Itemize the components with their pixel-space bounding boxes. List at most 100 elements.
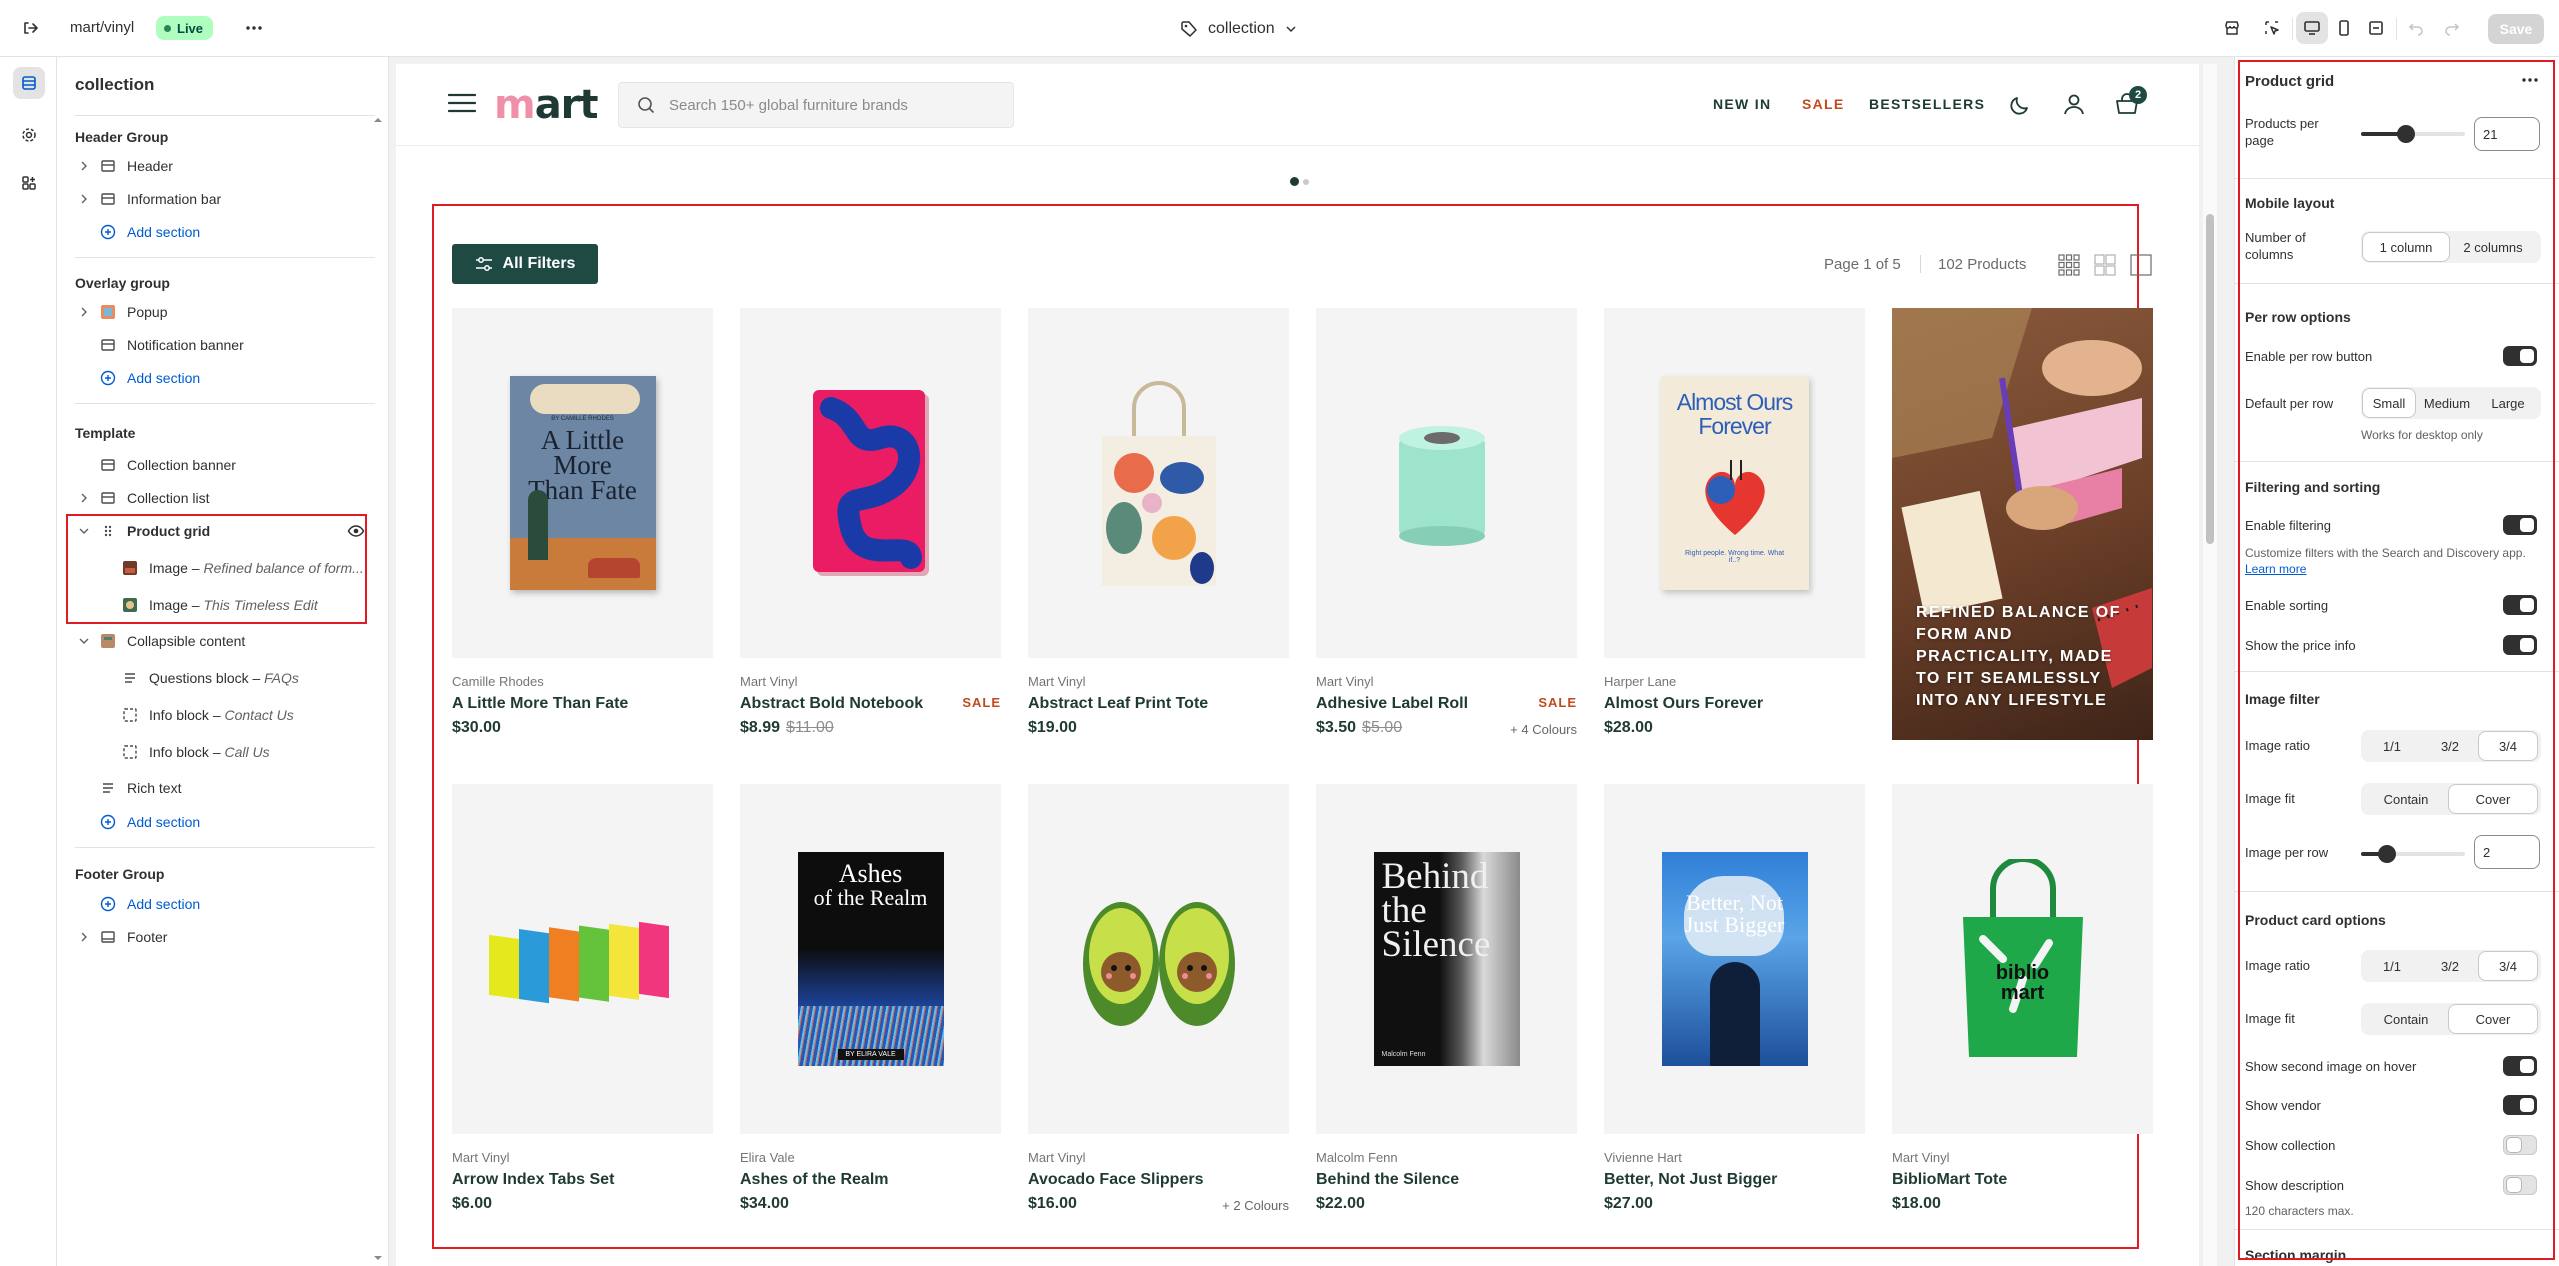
product-card[interactable]: Better, Not Just Bigger Vivienne Hart Bet…: [1604, 784, 1865, 1214]
section-collection-banner[interactable]: Collection banner: [75, 450, 375, 480]
nav-bestsellers[interactable]: BESTSELLERS: [1869, 96, 1985, 112]
product-image[interactable]: Almost Ours Forever Right people. Wrong t…: [1604, 308, 1865, 658]
product-name[interactable]: Behind the Silence: [1316, 1171, 1459, 1189]
section-notification-banner[interactable]: Notification banner: [75, 330, 375, 360]
chevron-right-icon[interactable]: [75, 493, 93, 503]
product-image[interactable]: Behind the Silence Malcolm Fenn: [1316, 784, 1577, 1134]
product-name[interactable]: Ashes of the Realm: [740, 1171, 888, 1189]
hamburger-menu-icon[interactable]: [448, 92, 476, 114]
nav-new-in[interactable]: NEW IN: [1713, 96, 1771, 112]
product-card[interactable]: Mart Vinyl Arrow Index Tabs Set $6.00: [452, 784, 713, 1214]
product-name[interactable]: Almost Ours Forever: [1604, 695, 1763, 713]
fullscreen-view-icon[interactable]: [2360, 12, 2392, 44]
product-image[interactable]: [1316, 308, 1577, 658]
redo-icon[interactable]: [2436, 12, 2468, 44]
block-info-call[interactable]: Info block – Call Us: [75, 737, 375, 767]
selected-section-highlight: [66, 514, 367, 624]
more-actions-icon[interactable]: [238, 12, 270, 44]
add-section-template[interactable]: Add section: [75, 807, 375, 837]
undo-icon[interactable]: [2400, 12, 2432, 44]
product-card[interactable]: Mart Vinyl Abstract Leaf Print Tote $19.…: [1028, 308, 1289, 738]
product-name[interactable]: Avocado Face Slippers: [1028, 1171, 1203, 1189]
section-collapsible-content[interactable]: Collapsible content: [75, 626, 375, 656]
product-image[interactable]: Better, Not Just Bigger: [1604, 784, 1865, 1134]
mobile-view-icon[interactable]: [2328, 12, 2360, 44]
product-card[interactable]: Ashes of the Realm BY ELIRA VALE Elira Va…: [740, 784, 1001, 1214]
preview-scrollbar[interactable]: [2203, 64, 2217, 1266]
chevron-right-icon[interactable]: [75, 161, 93, 171]
chevron-right-icon[interactable]: [75, 194, 93, 204]
block-info-contact[interactable]: Info block – Contact Us: [75, 700, 375, 730]
product-image[interactable]: [1028, 308, 1289, 658]
desktop-view-icon[interactable]: [2296, 12, 2328, 44]
store-search-input[interactable]: Search 150+ global furniture brands: [618, 82, 1014, 128]
product-vendor: Mart Vinyl: [1892, 1150, 1950, 1165]
exit-icon[interactable]: [14, 12, 46, 44]
store-icon[interactable]: [2216, 12, 2248, 44]
add-section-overlay[interactable]: Add section: [75, 363, 375, 393]
page-info: Page 1 of 5: [1824, 256, 1901, 273]
chevron-right-icon[interactable]: [75, 932, 93, 942]
product-card[interactable]: Behind the Silence Malcolm Fenn Malcolm Fe…: [1316, 784, 1577, 1214]
product-card[interactable]: Almost Ours Forever Right people. Wrong t…: [1604, 308, 1865, 738]
product-name[interactable]: Adhesive Label Roll: [1316, 695, 1468, 713]
grid-4-view-icon[interactable]: [2058, 254, 2080, 276]
product-name[interactable]: Abstract Bold Notebook: [740, 695, 923, 713]
store-logo[interactable]: mart: [494, 82, 599, 128]
section-footer[interactable]: Footer: [75, 922, 375, 952]
carousel-dots[interactable]: [1290, 177, 1309, 186]
section-header[interactable]: Header: [75, 151, 375, 181]
product-name[interactable]: A Little More Than Fate: [452, 695, 628, 713]
product-card[interactable]: Mart Vinyl Avocado Face Slippers $16.00 …: [1028, 784, 1289, 1214]
section-popup[interactable]: Popup: [75, 297, 375, 327]
section-collection-list[interactable]: Collection list: [75, 483, 375, 513]
settings-gear-icon[interactable]: [13, 119, 45, 151]
inspector-icon[interactable]: [2256, 12, 2288, 44]
panel-title: collection: [75, 75, 155, 94]
product-name[interactable]: Abstract Leaf Print Tote: [1028, 695, 1208, 713]
product-card[interactable]: Mart Vinyl SALE Adhesive Label Roll $3.5…: [1316, 308, 1577, 738]
product-card[interactable]: biblio mart Mart Vinyl BiblioMart Tote $1…: [1892, 784, 2153, 1214]
apps-icon[interactable]: [13, 167, 45, 199]
product-name[interactable]: Better, Not Just Bigger: [1604, 1171, 1777, 1189]
dark-mode-icon[interactable]: [2008, 93, 2032, 117]
product-card[interactable]: Mart Vinyl SALE Abstract Bold Notebook $…: [740, 308, 1001, 738]
product-image[interactable]: [740, 308, 1001, 658]
layout-icon: [97, 158, 119, 174]
promo-image-card[interactable]: REFINED BALANCE OF FORM AND PRACTICALITY…: [1892, 308, 2153, 740]
section-information-bar[interactable]: Information bar: [75, 184, 375, 214]
sections-panel: collection Header Group Header Informati…: [57, 57, 389, 1266]
template-selector[interactable]: collection: [1180, 16, 1297, 42]
panel-scroll-down-icon[interactable]: [373, 1253, 383, 1263]
promo-image: REFINED BALANCE OF FORM AND PRACTICALITY…: [1892, 308, 2153, 740]
filters-label: All Filters: [502, 255, 576, 272]
add-section-footer[interactable]: Add section: [75, 889, 375, 919]
sections-icon[interactable]: [13, 67, 45, 99]
product-image[interactable]: BY CAMILLE RHODES A Little More Than Fate: [452, 308, 713, 658]
panel-scroll-up-icon[interactable]: [373, 115, 383, 125]
section-rich-text[interactable]: Rich text: [75, 773, 375, 803]
grid-2-view-icon[interactable]: [2094, 254, 2116, 276]
block-questions-faqs[interactable]: Questions block – FAQs: [75, 663, 375, 693]
product-image[interactable]: [1028, 784, 1289, 1134]
all-filters-button[interactable]: All Filters: [452, 244, 598, 284]
product-image[interactable]: biblio mart: [1892, 784, 2153, 1134]
collapsible-thumbnail-icon: [97, 633, 119, 649]
text-lines-icon: [97, 780, 119, 796]
product-price: $19.00: [1028, 719, 1077, 736]
section-label: Header: [127, 158, 173, 174]
product-vendor: Mart Vinyl: [1028, 674, 1086, 689]
product-image[interactable]: Ashes of the Realm BY ELIRA VALE: [740, 784, 1001, 1134]
account-icon[interactable]: [2062, 92, 2086, 116]
product-card[interactable]: BY CAMILLE RHODES A Little More Than Fate …: [452, 308, 713, 738]
add-section-header[interactable]: Add section: [75, 217, 375, 247]
product-name[interactable]: BiblioMart Tote: [1892, 1171, 2007, 1189]
chevron-right-icon[interactable]: [75, 307, 93, 317]
nav-sale[interactable]: SALE: [1802, 96, 1845, 112]
single-view-icon[interactable]: [2130, 254, 2152, 276]
product-name[interactable]: Arrow Index Tabs Set: [452, 1171, 614, 1189]
product-price: $8.99 $11.00: [740, 719, 834, 736]
save-button[interactable]: Save: [2488, 14, 2544, 44]
chevron-down-icon[interactable]: [75, 636, 93, 646]
product-image[interactable]: [452, 784, 713, 1134]
